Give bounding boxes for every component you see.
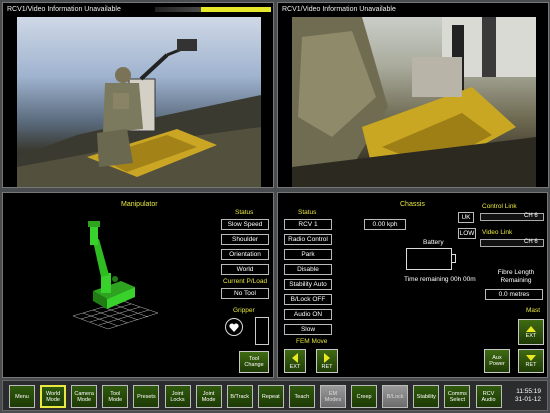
payload-label: Current P/Load [223,278,268,285]
toolbar-button-menu[interactable]: Menu [9,385,35,408]
manipulator-panel: Manipulator Status Slow Speed Shoulder O… [2,192,274,378]
status-stability-auto[interactable]: Stability Auto [284,279,332,290]
toolbar-button-b-track[interactable]: B/Track [226,385,253,408]
status-disable[interactable]: Disable [284,264,332,275]
chassis-title: Chassis [400,201,425,208]
mast-ret-label: RET [525,361,537,368]
arm-3d-view [72,221,159,330]
toolbar-button-teach[interactable]: Teach [288,385,315,408]
manipulator-title: Manipulator [121,201,158,208]
battery-label: Battery [423,239,444,246]
battery-gauge [406,248,452,270]
fem-ext-label: EXT [289,363,301,370]
toolbar-button-tool-mode[interactable]: Tool Mode [102,385,129,408]
fibre-length-value: 0.0 metres [485,289,543,300]
mast-ext-label: EXT [525,332,537,339]
payload-value: No Tool [221,288,269,299]
control-link-label: Control Link [482,203,517,210]
battery-terminal [452,254,456,263]
arrow-down-icon [526,354,536,361]
toolbar-button-creep[interactable]: Creep [351,385,378,408]
operator-console: RCV1/Video Information Unavailable RCV1/… [0,0,550,413]
fibre-length-label: Fibre Length Remaining [497,269,535,284]
clock-time: 11:55:19 [516,388,542,395]
signal-strength-fill [201,7,271,12]
gear-low-button[interactable]: LOW [458,228,476,239]
toolbar-button-world-mode[interactable]: World Mode [40,385,67,408]
status-audio-on[interactable]: Audio ON [284,309,332,320]
aux-power-label: Aux Power [489,355,505,367]
fem-move-label: FEM Move [296,338,328,345]
video-image-right [292,17,536,187]
arrow-left-icon [292,352,298,363]
status-block-off[interactable]: B/Lock OFF [284,294,332,305]
mast-ret-button[interactable]: RET [518,349,544,373]
toolbar-button-joint-mode[interactable]: Joint Mode [195,385,222,408]
aux-power-button[interactable]: Aux Power [484,349,510,373]
gripper-label: Gripper [233,307,255,314]
status-rcv1[interactable]: RCV 1 [284,219,332,230]
mast-label: Mast [526,307,541,314]
status-slow-speed[interactable]: Slow Speed [221,219,269,230]
status-orientation[interactable]: Orientation [221,249,269,260]
toolbar-button-em-modes[interactable]: EM Modes [320,385,346,408]
tool-change-button[interactable]: Tool Change [239,351,269,373]
fem-ret-label: RET [321,363,333,370]
bottom-toolbar: 11:55:19 31-01-12 Menu World Mode Camera M… [2,380,548,411]
video-link-label: Video Link [482,229,513,236]
toolbar-button-comms-select[interactable]: Comms Select [444,385,471,408]
status-slow[interactable]: Slow [284,324,332,335]
video-panel-right: RCV1/Video Information Unavailable [277,2,549,188]
speed-readout: 0.00 kph [364,219,406,230]
chassis-panel: Chassis Status RCV 1 Radio Control Park … [277,192,548,378]
control-link-channel: CH 6 [524,213,538,219]
status-world[interactable]: World [221,264,269,275]
arrow-right-icon [324,352,330,363]
chassis-status-label: Status [298,209,317,216]
signal-strength-bar-left [155,7,271,12]
video-link-channel: CH 6 [524,239,538,245]
fem-ext-button[interactable]: EXT [284,349,306,373]
gripper-level-gauge [255,317,269,345]
clock-date: 31-01-12 [515,396,542,403]
fem-ret-button[interactable]: RET [316,349,338,373]
units-uk-button[interactable]: UK [458,212,474,223]
video-title-left: RCV1/Video Information Unavailable [7,6,121,13]
toolbar-button-presets[interactable]: Presets [133,385,160,408]
status-shoulder[interactable]: Shoulder [221,234,269,245]
video-panel-left: RCV1/Video Information Unavailable [2,2,274,188]
toolbar-button-joint-locks[interactable]: Joint Locks [164,385,191,408]
toolbar-button-stability[interactable]: Stability [413,385,440,408]
video-feed-left [17,17,261,187]
arrow-up-icon [526,325,536,332]
status-park[interactable]: Park [284,249,332,260]
toolbar-button-b-lock[interactable]: B/Lock [382,385,409,408]
heart-icon[interactable] [225,318,243,336]
video-image-left [17,39,261,187]
status-radio-control[interactable]: Radio Control [284,234,332,245]
toolbar-button-rcv-audio[interactable]: RCV Audio [475,385,502,408]
clock: 11:55:19 31-01-12 [515,388,541,404]
toolbar-button-repeat[interactable]: Repeat [257,385,284,408]
mast-ext-button[interactable]: EXT [518,319,544,345]
video-title-right: RCV1/Video Information Unavailable [282,6,396,13]
video-feed-right [292,17,536,187]
time-remaining: Time remaining 00h 00m [404,276,476,283]
tool-change-label: Tool Change [244,356,264,368]
toolbar-button-camera-mode[interactable]: Camera Mode [71,385,98,408]
manipulator-status-label: Status [235,209,254,216]
